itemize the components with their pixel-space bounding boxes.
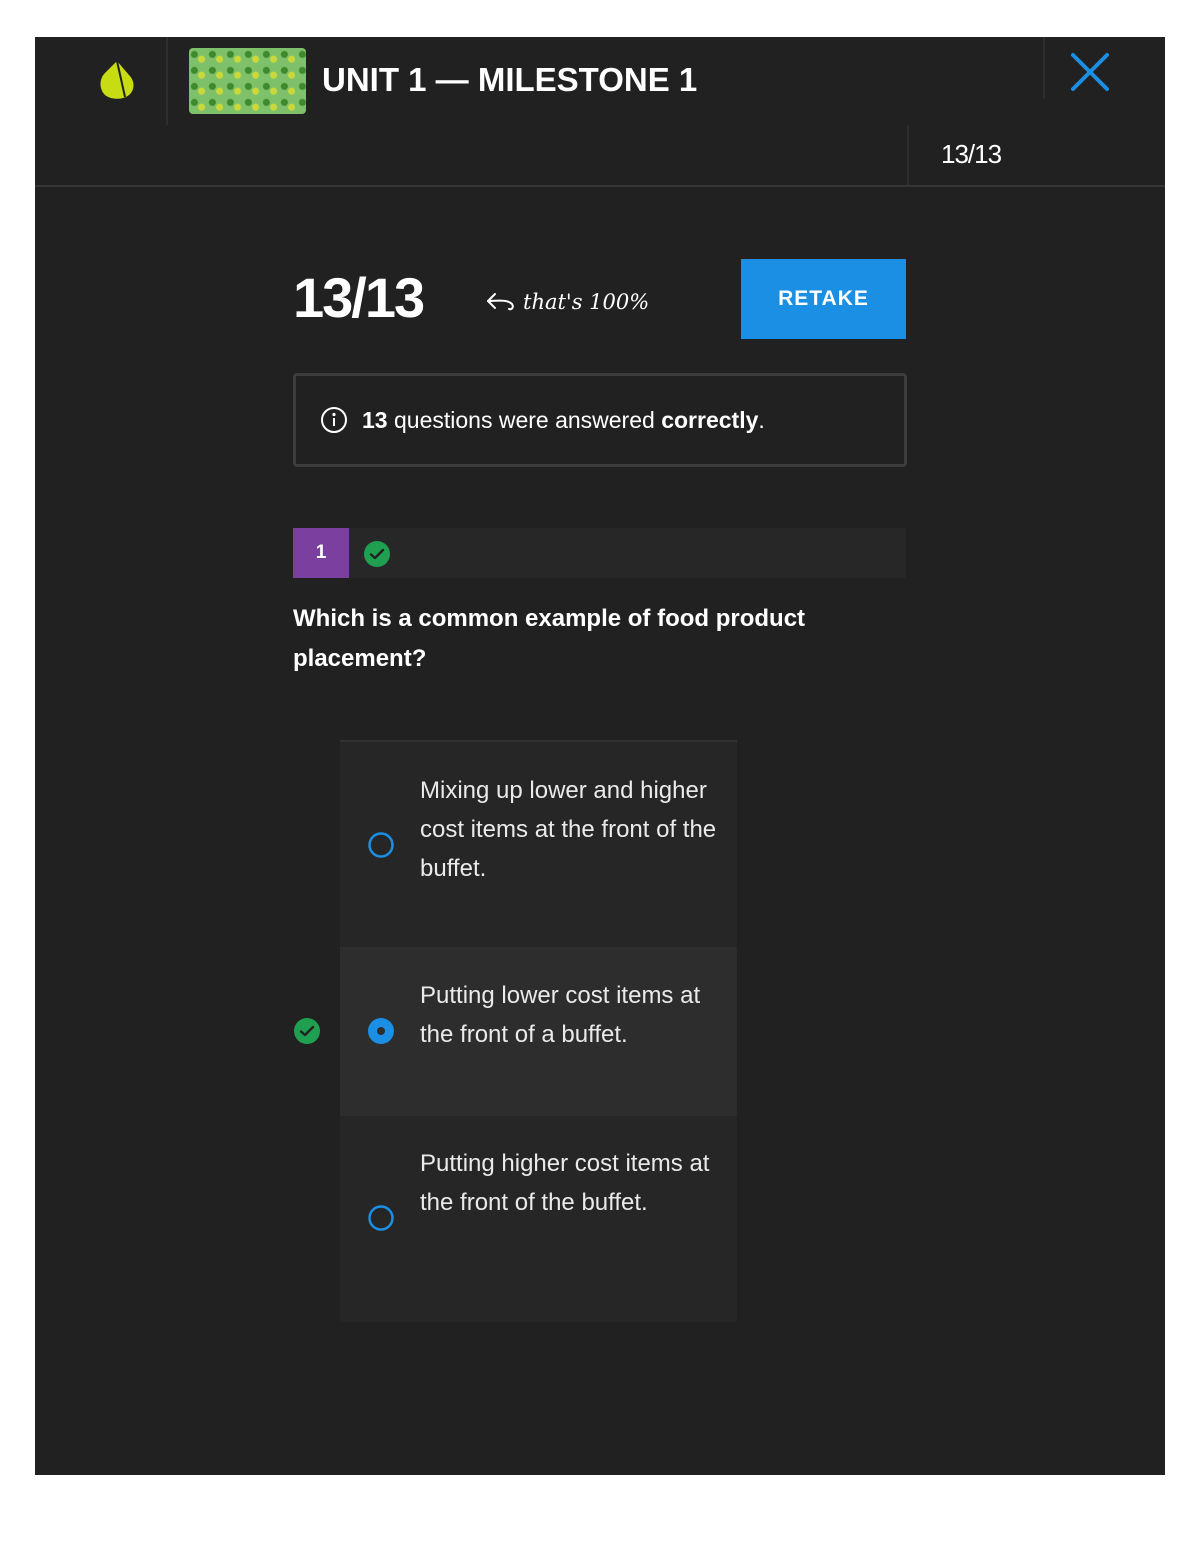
unit-title: UNIT 1 — MILESTONE 1 — [322, 61, 698, 98]
answer-option-2[interactable]: Putting lower cost items at the front of… — [340, 947, 737, 1116]
radio-unselected-icon[interactable] — [368, 1205, 394, 1231]
quiz-results-screen: UNIT 1 — MILESTONE 1 13/13 13/13 that's … — [35, 37, 1165, 1475]
answer-text: Mixing up lower and higher cost items at… — [420, 777, 717, 882]
percent-note-text: that's 100% — [523, 290, 650, 314]
summary-end: . — [758, 406, 765, 433]
header-divider — [1043, 37, 1045, 99]
unit-thumbnail — [189, 48, 306, 114]
progress-divider — [907, 125, 909, 185]
info-icon — [320, 406, 348, 434]
check-circle-icon — [364, 541, 390, 567]
radio-selected-icon[interactable] — [368, 1018, 394, 1044]
summary-emphasis: correctly — [661, 406, 759, 433]
correct-answer-check-icon — [294, 1018, 320, 1044]
radio-unselected-icon[interactable] — [368, 832, 394, 858]
summary-count: 13 — [362, 406, 388, 433]
answer-text: Putting higher cost items at the front o… — [420, 1150, 710, 1216]
summary-text: 13 questions were answered correctly. — [362, 407, 765, 434]
close-icon[interactable] — [1065, 49, 1113, 97]
retake-button[interactable]: RETAKE — [741, 259, 906, 339]
header: UNIT 1 — MILESTONE 1 13/13 — [35, 37, 1165, 187]
results-summary-box: 13 questions were answered correctly. — [293, 373, 907, 467]
question-header: 1 — [293, 528, 906, 578]
answer-option-1[interactable]: Mixing up lower and higher cost items at… — [340, 742, 737, 947]
answer-options: Mixing up lower and higher cost items at… — [340, 740, 737, 1322]
question-text: Which is a common example of food produc… — [293, 605, 806, 672]
progress-count: 13/13 — [941, 139, 1002, 169]
answer-text: Putting lower cost items at the front of… — [420, 982, 701, 1048]
question-number-badge[interactable]: 1 — [293, 528, 349, 578]
curved-arrow-icon — [487, 293, 514, 311]
header-divider — [166, 37, 168, 125]
percent-note: that's 100% — [485, 290, 649, 314]
summary-middle: questions were answered — [387, 406, 662, 433]
sophia-logo-icon — [100, 60, 134, 99]
answer-option-3[interactable]: Putting higher cost items at the front o… — [340, 1116, 737, 1322]
score-value: 13/13 — [293, 266, 425, 329]
